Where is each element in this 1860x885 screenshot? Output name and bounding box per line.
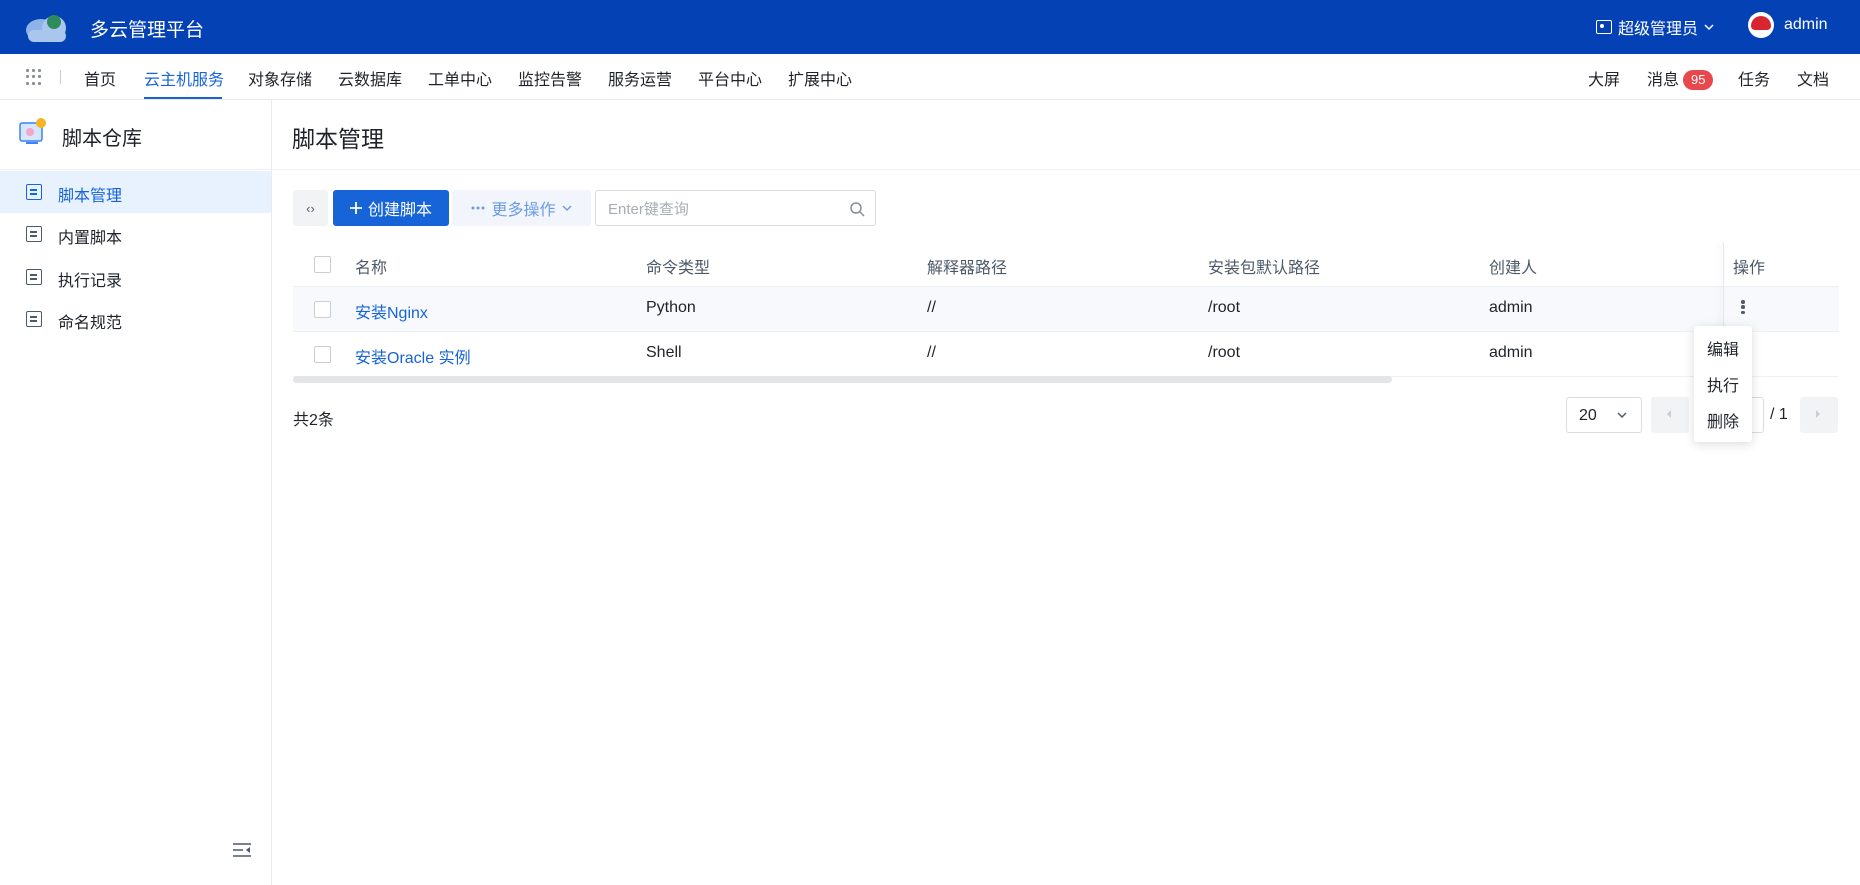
nav-messages[interactable]: 消息 95 <box>1647 66 1714 90</box>
caret-left-icon <box>1667 410 1671 418</box>
command-type: Shell <box>646 344 682 361</box>
messages-label: 消息 <box>1647 72 1680 89</box>
nav-item-cloud-host[interactable]: 云主机服务 <box>144 66 224 90</box>
app-grid-icon[interactable] <box>26 69 42 85</box>
select-all-checkbox[interactable] <box>314 256 331 273</box>
ellipsis-icon <box>471 206 485 210</box>
fixed-column-shadow <box>1723 242 1724 332</box>
nav-item-cloud-db[interactable]: 云数据库 <box>338 66 402 90</box>
creator: admin <box>1489 344 1533 361</box>
role-label: 超级管理员 <box>1618 21 1699 38</box>
row-checkbox[interactable] <box>314 346 331 363</box>
command-type: Python <box>646 299 696 316</box>
create-script-button[interactable]: 创建脚本 <box>333 190 449 226</box>
row-checkbox[interactable] <box>314 301 331 318</box>
sidebar-title: 脚本仓库 <box>62 128 142 150</box>
title-divider <box>272 169 1860 170</box>
horizontal-scrollbar[interactable] <box>293 376 1392 383</box>
nav-active-indicator <box>144 97 222 99</box>
prev-page-button[interactable] <box>1651 397 1689 433</box>
column-header[interactable]: 名称 <box>355 254 387 278</box>
naming-rule-icon <box>26 311 42 327</box>
column-header[interactable]: 安装包默认路径 <box>1208 254 1320 278</box>
nav-item-monitoring[interactable]: 监控告警 <box>518 66 582 90</box>
role-switcher[interactable]: 超级管理员 <box>1596 15 1714 39</box>
create-script-label: 创建脚本 <box>367 202 432 219</box>
sidebar-item-naming-rules[interactable]: 命名规范 <box>0 298 271 340</box>
search-icon[interactable] <box>849 201 865 217</box>
avatar <box>1748 12 1774 38</box>
sidebar-header: 脚本仓库 <box>0 100 271 170</box>
user-menu[interactable]: admin <box>1748 12 1828 38</box>
column-header[interactable]: 命令类型 <box>646 254 710 278</box>
sidebar-item-builtin-scripts[interactable]: 内置脚本 <box>0 213 271 255</box>
table-header: 名称 命令类型 解释器路径 安装包默认路径 创建人 操作 <box>293 242 1839 287</box>
column-header[interactable]: 创建人 <box>1489 254 1537 278</box>
more-actions-label: 更多操作 <box>491 202 556 219</box>
sidebar-item-label: 命名规范 <box>58 315 123 332</box>
script-repo-icon <box>19 118 46 144</box>
nav-item-extension-center[interactable]: 扩展中心 <box>788 66 852 90</box>
nav-item-ticket-center[interactable]: 工单中心 <box>428 66 492 90</box>
chevron-down-icon <box>1617 412 1627 419</box>
search-input[interactable] <box>608 199 838 219</box>
column-header[interactable]: 解释器路径 <box>927 254 1007 278</box>
collapse-sidebar-icon[interactable] <box>232 842 252 858</box>
nav-item-object-storage[interactable]: 对象存储 <box>248 66 312 90</box>
record-icon <box>26 269 42 285</box>
page-size-value: 20 <box>1579 407 1597 424</box>
total-pages: / 1 <box>1770 406 1788 423</box>
id-card-icon <box>1596 20 1612 34</box>
expand-toggle-label: ‹› <box>306 200 315 216</box>
sidebar-item-label: 脚本管理 <box>58 188 123 205</box>
sidebar-item-label: 执行记录 <box>58 273 123 290</box>
messages-badge: 95 <box>1683 70 1714 90</box>
nav-docs[interactable]: 文档 <box>1797 66 1829 90</box>
row-actions-menu: 编辑 执行 删除 <box>1694 326 1752 442</box>
install-path: /root <box>1208 299 1241 316</box>
page-title: 脚本管理 <box>292 126 384 152</box>
creator: admin <box>1489 299 1533 316</box>
menu-item-delete[interactable]: 删除 <box>1707 408 1739 432</box>
interpreter-path: // <box>927 299 936 316</box>
top-header: 多云管理平台 超级管理员 admin <box>0 0 1860 54</box>
app-title: 多云管理平台 <box>90 20 205 41</box>
next-page-button[interactable] <box>1800 397 1838 433</box>
install-path: /root <box>1208 344 1241 361</box>
nav-item-service-ops[interactable]: 服务运营 <box>608 66 672 90</box>
chevron-down-icon <box>562 205 571 211</box>
plus-icon <box>349 202 362 214</box>
table-row: 安装Nginx Python // /root admin <box>293 287 1839 332</box>
script-name-link[interactable]: 安装Oracle 实例 <box>355 344 471 368</box>
table-row: 安装Oracle 实例 Shell // /root admin <box>293 332 1839 377</box>
total-count: 共2条 <box>293 412 334 429</box>
caret-right-icon <box>1816 410 1820 418</box>
menu-item-execute[interactable]: 执行 <box>1707 372 1739 396</box>
sidebar-item-script-management[interactable]: 脚本管理 <box>0 171 271 213</box>
chevron-down-icon <box>1704 24 1714 31</box>
expand-toggle-button[interactable]: ‹› <box>293 190 328 226</box>
interpreter-path: // <box>927 344 936 361</box>
sidebar: 脚本仓库 脚本管理 内置脚本 执行记录 命名规范 <box>0 100 272 885</box>
cloud-logo-icon <box>26 15 66 42</box>
column-header: 操作 <box>1733 260 1766 277</box>
main-nav: 首页 云主机服务 对象存储 云数据库 工单中心 监控告警 服务运营 平台中心 扩… <box>0 54 1860 100</box>
page-size-select[interactable]: 20 <box>1566 397 1642 433</box>
builtin-script-icon <box>26 226 42 242</box>
nav-item-home[interactable]: 首页 <box>84 66 116 90</box>
nav-item-platform-center[interactable]: 平台中心 <box>698 66 762 90</box>
sidebar-item-label: 内置脚本 <box>58 230 123 247</box>
nav-divider <box>60 70 61 84</box>
script-name-link[interactable]: 安装Nginx <box>355 299 428 323</box>
menu-item-edit[interactable]: 编辑 <box>1707 336 1739 360</box>
row-actions-kebab-icon[interactable] <box>1738 297 1748 317</box>
user-name: admin <box>1784 16 1828 33</box>
nav-screen[interactable]: 大屏 <box>1588 66 1620 90</box>
more-actions-button[interactable]: 更多操作 <box>452 190 591 226</box>
search-box <box>595 190 876 226</box>
code-file-icon <box>26 184 42 200</box>
sidebar-item-execution-records[interactable]: 执行记录 <box>0 256 271 298</box>
nav-tasks[interactable]: 任务 <box>1738 66 1770 90</box>
